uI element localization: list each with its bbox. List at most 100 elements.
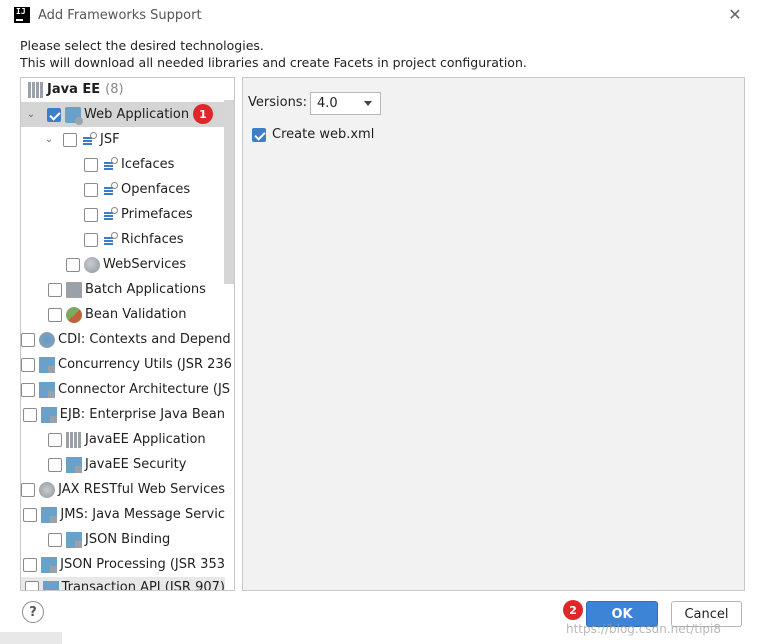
chevron-down-icon[interactable]: ⌄ [25,109,37,120]
tree-item-javaee-application[interactable]: JavaEE Application [21,427,225,452]
json-binding-checkbox[interactable] [48,532,62,547]
batch-applications-checkbox[interactable] [48,282,62,297]
module-icon [66,456,82,473]
tree-item-bean-validation[interactable]: Bean Validation [21,302,225,327]
section-label: Java EE [47,82,101,97]
tree-item-label: JMS: Java Message Servic [60,507,225,522]
step-badge-1: 1 [193,104,213,124]
primefaces-checkbox[interactable] [84,207,98,222]
jms-checkbox[interactable] [23,507,38,522]
module-icon [66,531,82,548]
javaee-security-checkbox[interactable] [48,457,62,472]
tree-item-jax-rest[interactable]: JAX RESTful Web Services [21,477,225,502]
globe-icon [84,256,100,273]
tree-item-label: Openfaces [121,182,191,197]
json-processing-checkbox[interactable] [23,557,38,572]
javaee-section-icon [28,81,44,98]
transaction-api-checkbox[interactable] [24,581,39,590]
jax-rest-checkbox[interactable] [21,482,36,497]
tree-scrollbar-thumb[interactable] [224,100,234,284]
chevron-down-icon [364,101,372,106]
tree-item-label: Richfaces [121,232,184,247]
webservices-checkbox[interactable] [66,257,80,272]
help-button[interactable]: ? [22,601,44,623]
module-icon [39,356,55,373]
jsf-icon [102,156,118,173]
tree-section-javaee: Java EE (8) [22,77,226,102]
tree-item-label: Web Application [84,107,190,122]
jsf-icon [102,181,118,198]
tree-item-label: Connector Architecture (JS [58,382,231,397]
tree-item-ejb[interactable]: EJB: Enterprise Java Bean [21,402,225,427]
tree-item-label: Primefaces [121,207,193,222]
tree-item-label: JAX RESTful Web Services [58,482,225,497]
tree-item-openfaces[interactable]: Openfaces [21,177,225,202]
tree-item-label: JavaEE Application [85,432,206,447]
jsf-checkbox[interactable] [63,132,77,147]
cdi-checkbox[interactable] [21,332,35,347]
tree-item-label: Transaction API (JSR 907) [61,580,225,590]
tree-item-jsf[interactable]: ⌄ JSF [21,127,225,152]
versions-dropdown[interactable]: 4.0 [310,92,381,115]
openfaces-checkbox[interactable] [84,182,98,197]
tree-item-jms[interactable]: JMS: Java Message Servic [21,502,225,527]
web-app-icon [65,106,83,125]
richfaces-checkbox[interactable] [84,232,98,247]
jsf-icon [81,131,97,148]
tree-item-icefaces[interactable]: Icefaces [21,152,225,177]
module-icon [39,381,55,398]
tree-item-label: JSON Binding [85,532,171,547]
connector-architecture-checkbox[interactable] [21,382,35,397]
title-bar: IJ Add Frameworks Support ✕ [0,0,765,32]
bean-validation-icon [66,306,82,323]
create-webxml-checkbox[interactable] [252,127,266,142]
tree-item-label: CDI: Contexts and Depend [58,332,231,347]
tree-item-concurrency-utils[interactable]: Concurrency Utils (JSR 236 [21,352,232,377]
javaee-app-icon [66,431,82,448]
tree-item-cdi[interactable]: CDI: Contexts and Depend [21,327,231,352]
description-line-2: This will download all needed libraries … [20,55,527,70]
tree-item-label: WebServices [103,257,187,272]
tree-item-label: Icefaces [121,157,175,172]
tree-item-json-binding[interactable]: JSON Binding [21,527,225,552]
create-webxml-option[interactable]: Create web.xml [252,127,374,142]
bottom-strip [0,632,62,644]
tree-item-richfaces[interactable]: Richfaces [21,227,225,252]
tree-item-json-processing[interactable]: JSON Processing (JSR 353 [21,552,225,577]
module-icon [41,556,58,573]
versions-value: 4.0 [317,96,338,111]
close-icon[interactable]: ✕ [725,4,745,26]
tree-item-batch-applications[interactable]: Batch Applications [21,277,225,302]
versions-label: Versions: [248,95,307,110]
jsf-icon [102,231,118,248]
module-icon [40,406,57,423]
javaee-application-checkbox[interactable] [48,432,62,447]
tree-item-label: Bean Validation [85,307,187,322]
module-icon [42,581,59,590]
jsf-icon [102,206,118,223]
chevron-down-icon[interactable]: ⌄ [43,134,55,145]
tree-item-label: EJB: Enterprise Java Bean [59,407,225,422]
tree-item-transaction-api[interactable]: Transaction API (JSR 907) [21,577,225,590]
watermark: https://blog.csdn.net/tipi8 [566,622,721,636]
tree-item-primefaces[interactable]: Primefaces [21,202,225,227]
step-badge-2: 2 [563,600,583,620]
tree-item-label: Batch Applications [85,282,206,297]
settings-panel [242,77,745,591]
web-application-checkbox[interactable] [47,107,61,122]
concurrency-utils-checkbox[interactable] [21,357,35,372]
tree-item-label: Concurrency Utils (JSR 236 [58,357,232,372]
window-title: Add Frameworks Support [38,8,202,23]
bean-validation-checkbox[interactable] [48,307,62,322]
description-line-1: Please select the desired technologies. [20,38,264,53]
tree-item-webservices[interactable]: WebServices [21,252,225,277]
globe-icon [39,481,56,498]
tree-item-javaee-security[interactable]: JavaEE Security [21,452,225,477]
tree-item-connector-architecture[interactable]: Connector Architecture (JS [21,377,230,402]
tree-item-label: JSF [100,132,120,147]
intellij-logo-icon: IJ [14,7,30,23]
create-webxml-label: Create web.xml [272,127,375,142]
tree-item-label: JSON Processing (JSR 353 [60,557,225,572]
icefaces-checkbox[interactable] [84,157,98,172]
ejb-checkbox[interactable] [22,407,37,422]
